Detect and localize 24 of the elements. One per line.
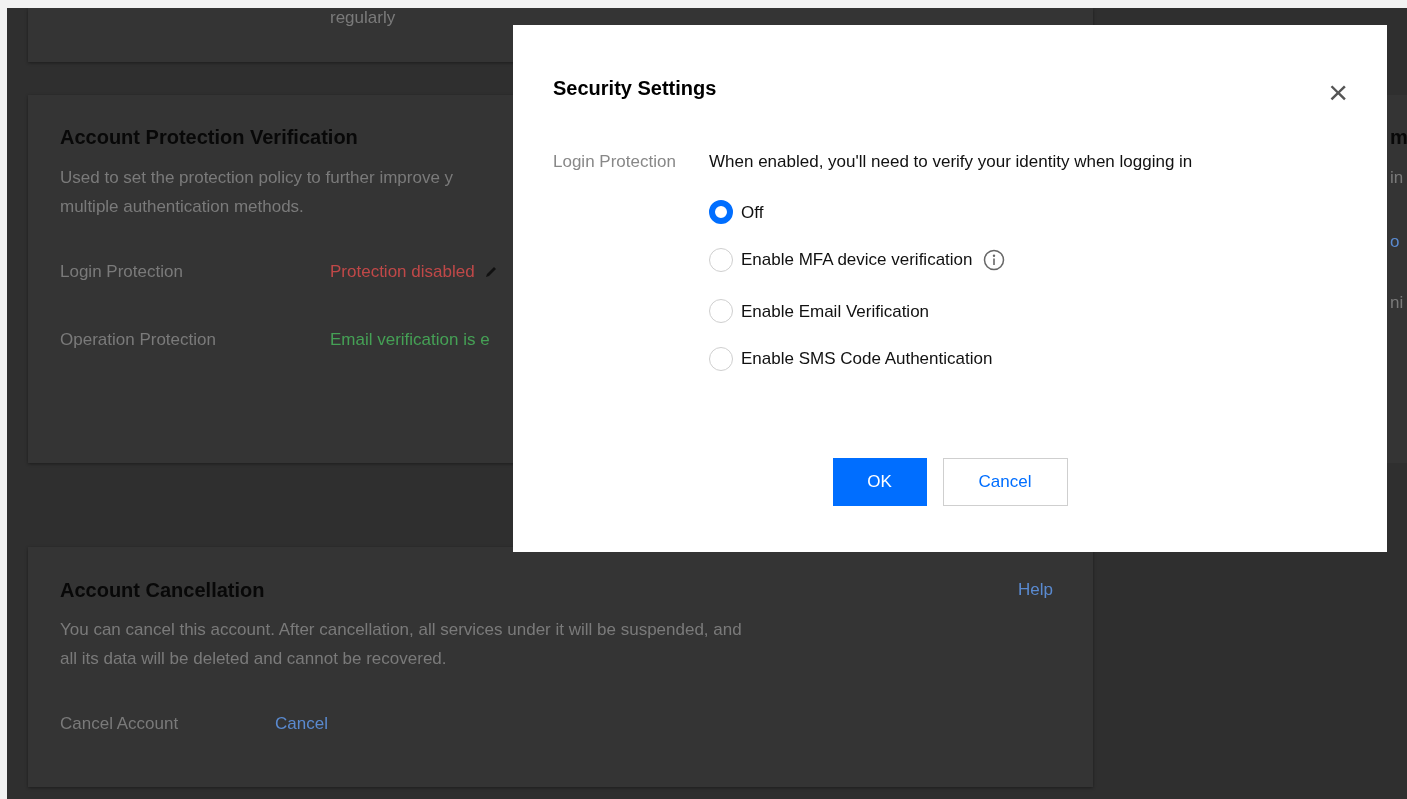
close-button[interactable]: × [1328, 77, 1348, 107]
status-text: Protection disabled [330, 261, 475, 283]
description-text: Used to set the protection policy to further improve y multiple authentication methods. [60, 167, 454, 218]
status-text: Email verification is e [330, 328, 490, 351]
radio-option[interactable]: Enable Email Verification [709, 298, 930, 324]
description-text: regularly [330, 8, 396, 28]
cancel-link[interactable]: Cancel [275, 710, 328, 736]
row-label: Cancel Account [60, 712, 180, 735]
link[interactable]: o [1390, 227, 1400, 256]
radio-option[interactable]: Enable MFA device verification [709, 247, 1005, 273]
ok-button[interactable]: OK [832, 457, 927, 506]
description-text: in [1390, 167, 1404, 189]
row-label: Operation Protection [60, 328, 217, 351]
description-text: You can cancel this account. After cancellation, all services under it will be suspended, and all its data will be deleted and cannot be recovered. [60, 618, 742, 670]
radio-option[interactable]: Off [709, 199, 764, 225]
row-label: Login Protection [60, 261, 184, 283]
description-text: ni [1390, 292, 1404, 314]
field-label: Login Protection [553, 151, 677, 173]
help-link[interactable]: Help [1018, 577, 1053, 603]
radio-option[interactable]: Enable SMS Code Authentication [709, 346, 993, 372]
info-icon[interactable] [982, 248, 1005, 271]
cancel-button[interactable]: Cancel [942, 457, 1068, 506]
hint-text: When enabled, you'll need to verify your identity when logging in [709, 151, 1193, 173]
dialog-title: Security Settings [553, 76, 717, 101]
